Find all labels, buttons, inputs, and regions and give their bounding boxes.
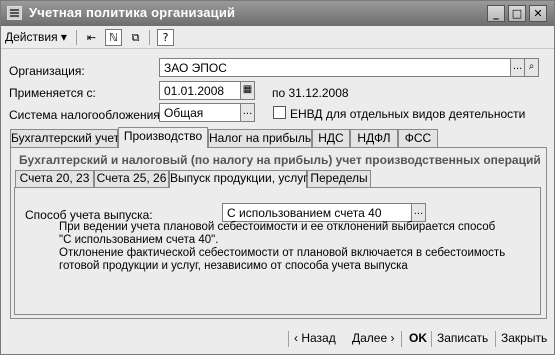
bottom-separator bbox=[495, 331, 496, 347]
help-icon[interactable]: ? bbox=[157, 29, 174, 46]
maximize-button[interactable]: □ bbox=[508, 5, 526, 22]
title-bar: Учетная политика организаций _ □ ✕ bbox=[1, 1, 554, 26]
minimize-button[interactable]: _ bbox=[487, 5, 505, 22]
calendar-icon[interactable]: ▦ bbox=[240, 81, 255, 100]
bottom-separator bbox=[431, 331, 432, 347]
actions-menu-label: Действия bbox=[5, 30, 58, 44]
bottom-separator bbox=[288, 331, 289, 347]
settings-structure-icon[interactable]: ℕ bbox=[105, 29, 122, 46]
toolbar-separator bbox=[149, 30, 150, 45]
subtab-redistribution[interactable]: Переделы bbox=[307, 170, 371, 187]
applies-to-text: по 31.12.2008 bbox=[272, 86, 349, 100]
subtab-accounts-20-23[interactable]: Счета 20, 23 bbox=[15, 170, 94, 187]
tab-vat[interactable]: НДС bbox=[312, 129, 350, 147]
go-to-icon[interactable]: ⇤ bbox=[83, 29, 100, 46]
toolbar: Действия ▾ ⇤ ℕ ⧉ ? bbox=[1, 26, 554, 49]
tab-fss[interactable]: ФСС bbox=[398, 129, 438, 147]
back-button[interactable]: ‹ Назад bbox=[294, 331, 336, 345]
organization-label: Организация: bbox=[9, 64, 85, 78]
next-button[interactable]: Далее › bbox=[352, 331, 394, 345]
tax-system-label: Система налогообложения: bbox=[9, 108, 164, 122]
production-panel: Бухгалтерский и налоговый (по налогу на … bbox=[10, 147, 547, 319]
ok-button[interactable]: OK bbox=[409, 331, 427, 345]
toolbar-separator bbox=[76, 30, 77, 45]
method-label: Способ учета выпуска: bbox=[25, 208, 153, 222]
search-icon[interactable]: ⌕ bbox=[524, 58, 539, 77]
policy-window: Учетная политика организаций _ □ ✕ Дейст… bbox=[0, 0, 555, 355]
bottom-separator bbox=[401, 331, 402, 347]
tab-production[interactable]: Производство bbox=[118, 127, 208, 148]
window-title: Учетная политика организаций bbox=[29, 5, 236, 20]
subtab-accounts-25-26[interactable]: Счета 25, 26 bbox=[94, 170, 169, 187]
output-subpanel: Способ учета выпуска: С использованием с… bbox=[14, 187, 541, 315]
tab-profit-tax[interactable]: Налог на прибыль bbox=[208, 129, 312, 147]
applies-from-field[interactable]: 01.01.2008 bbox=[159, 81, 241, 100]
method-field[interactable]: С использованием счета 40 bbox=[222, 203, 412, 222]
organization-field[interactable]: ЗАО ЭПОС bbox=[159, 58, 511, 77]
tab-accounting[interactable]: Бухгалтерский учет bbox=[10, 129, 119, 147]
subtab-output[interactable]: Выпуск продукции, услуг bbox=[169, 170, 308, 188]
document-icon bbox=[7, 6, 22, 20]
close-window-button[interactable]: ✕ bbox=[529, 5, 547, 22]
save-button[interactable]: Записать bbox=[437, 331, 488, 345]
copy-icon[interactable]: ⧉ bbox=[127, 29, 144, 46]
method-note: При ведении учета плановой себестоимости… bbox=[59, 221, 506, 272]
tab-ndfl[interactable]: НДФЛ bbox=[350, 129, 398, 147]
envd-checkbox[interactable] bbox=[273, 106, 286, 119]
actions-menu[interactable]: Действия ▾ bbox=[5, 30, 67, 44]
envd-label: ЕНВД для отдельных видов деятельности bbox=[290, 107, 526, 121]
tax-system-select-button[interactable]: ... bbox=[240, 103, 255, 122]
chevron-down-icon: ▾ bbox=[60, 30, 67, 44]
production-section-title: Бухгалтерский и налоговый (по налогу на … bbox=[19, 153, 541, 167]
applies-from-label: Применяется с: bbox=[9, 86, 96, 100]
organization-select-button[interactable]: ... bbox=[510, 58, 525, 77]
bottom-bar: ‹ Назад Далее › OK Записать Закрыть bbox=[1, 325, 554, 355]
method-select-button[interactable]: ... bbox=[411, 203, 426, 222]
close-button[interactable]: Закрыть bbox=[501, 331, 547, 345]
tax-system-field[interactable]: Общая bbox=[159, 103, 241, 122]
